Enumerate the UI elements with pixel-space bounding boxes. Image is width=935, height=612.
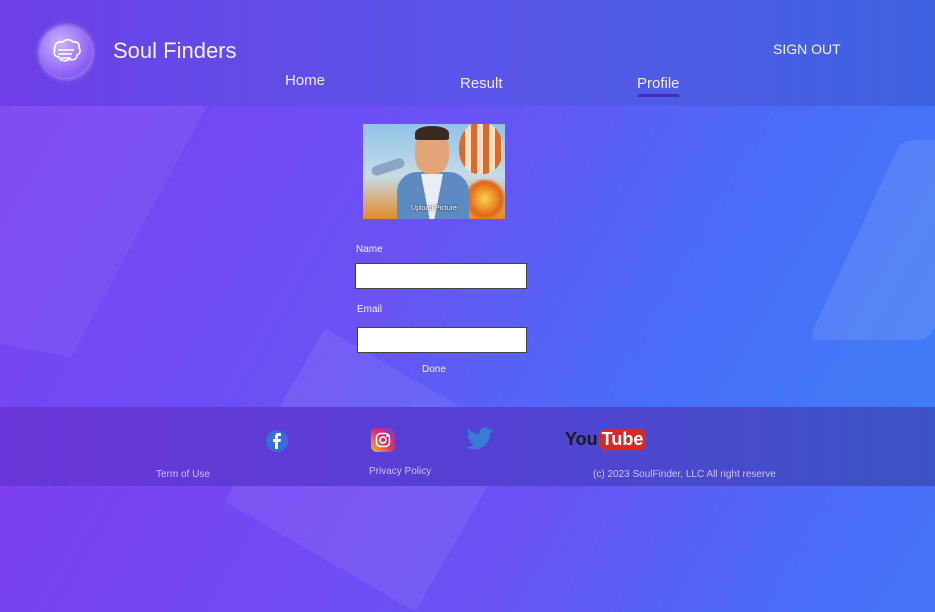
profile-picture[interactable]: Upload Picture <box>363 124 505 219</box>
youtube-tube-text: Tube <box>598 429 647 450</box>
person-hair <box>415 126 449 140</box>
brain-logo-icon[interactable] <box>40 26 92 78</box>
nav-result[interactable]: Result <box>460 75 503 92</box>
facebook-icon[interactable] <box>266 430 288 452</box>
privacy-policy-link[interactable]: Privacy Policy <box>369 466 431 477</box>
nav-profile[interactable]: Profile <box>637 75 680 92</box>
top-header: Soul Finders SIGN OUT Home Result Profil… <box>0 0 935 106</box>
youtube-you-text: You <box>565 429 598 449</box>
terms-of-use-link[interactable]: Term of Use <box>156 469 210 480</box>
instagram-icon[interactable] <box>371 428 395 452</box>
footer: You Tube Term of Use Privacy Policy (c) … <box>0 407 935 486</box>
background-shape <box>808 140 935 340</box>
youtube-icon[interactable]: You Tube <box>565 429 647 450</box>
email-field[interactable] <box>357 327 527 353</box>
email-label: Email <box>357 304 383 315</box>
done-button[interactable]: Done <box>422 364 446 375</box>
name-label: Name <box>356 244 383 255</box>
sign-out-button[interactable]: SIGN OUT <box>773 41 841 57</box>
upload-picture-button[interactable]: Upload Picture <box>363 205 505 212</box>
brand-name: Soul Finders <box>113 38 237 63</box>
active-tab-underline <box>638 94 679 97</box>
fire-image-detail <box>465 179 505 219</box>
balloon-image-detail <box>459 124 503 174</box>
name-field[interactable] <box>355 263 527 289</box>
twitter-icon[interactable] <box>466 427 494 453</box>
copyright-text: (c) 2023 SoulFinder, LLC All right reser… <box>593 469 776 480</box>
plane-image-detail <box>370 156 406 178</box>
nav-home[interactable]: Home <box>285 72 325 89</box>
